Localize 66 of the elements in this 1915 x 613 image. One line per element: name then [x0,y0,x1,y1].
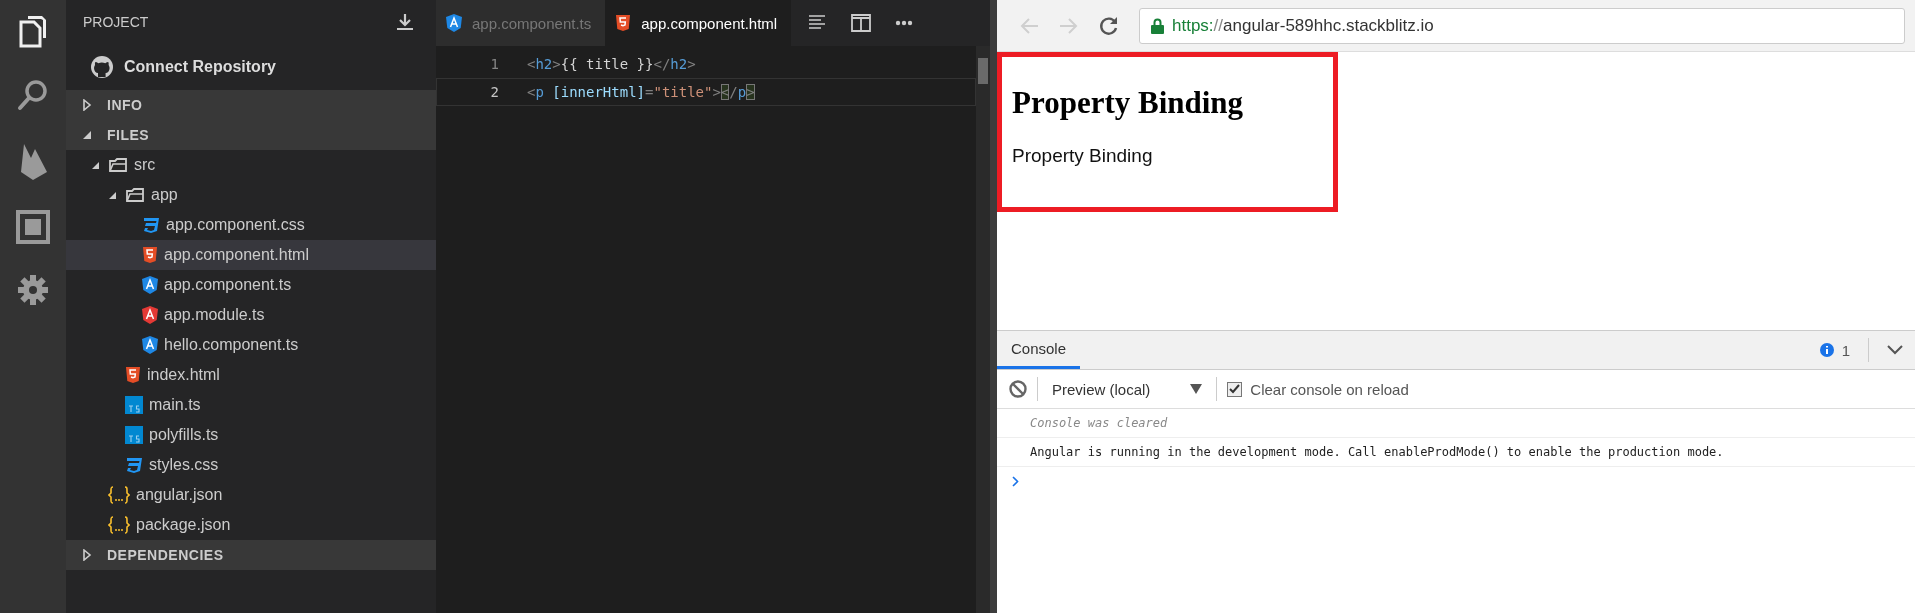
page-heading: Property Binding [1012,85,1245,121]
file-tree-item[interactable]: app.component.css [66,210,436,240]
prompt-chevron-icon[interactable] [1012,476,1019,487]
file-tree-item[interactable]: index.html [66,360,436,390]
dropdown-arrow-icon [1190,384,1203,394]
angular-shield-icon [142,306,158,324]
lock-icon [1151,17,1164,34]
documents-icon[interactable] [18,14,48,48]
more-icon[interactable] [895,20,914,26]
folder-icon [125,187,145,203]
html-shield-icon [125,366,141,384]
file-tree-item[interactable]: app [66,180,436,210]
file-tree-item[interactable]: styles.css [66,450,436,480]
file-tree-item[interactable]: angular.json [66,480,436,510]
split-editor-icon[interactable] [851,14,872,32]
angular-shield-icon [142,276,158,294]
info-count: 1 [1841,341,1850,359]
file-tree-item[interactable]: hello.component.ts [66,330,436,360]
css-shield-icon [125,457,143,473]
flame-icon[interactable] [18,142,48,180]
file-tree-item[interactable]: main.ts [66,390,436,420]
editor-tab[interactable]: app.component.html [605,0,792,46]
settings-icon[interactable] [17,274,49,306]
download-icon[interactable] [396,13,414,31]
url-text: https://angular-589hhc.stackblitz.io [1172,15,1434,36]
section-header[interactable]: FILES [66,120,436,150]
html-shield-icon [615,14,632,32]
line-number: 2 [489,84,500,100]
css-shield-icon [142,217,160,233]
braces-icon [108,516,130,534]
chevron-down-icon[interactable] [1887,345,1903,355]
ts-square-icon [125,396,143,414]
checkmark-icon [1229,384,1241,394]
ts-square-icon [125,426,143,444]
file-tree-item[interactable]: app.component.html [66,240,436,270]
scrollbar[interactable] [976,46,990,613]
address-bar[interactable]: https://angular-589hhc.stackblitz.io [1139,7,1905,44]
github-icon [90,55,114,79]
html-shield-icon [142,246,158,264]
reload-icon[interactable] [1099,15,1119,36]
braces-icon [108,486,130,504]
search-icon[interactable] [17,78,49,112]
console-tab[interactable]: Console [997,331,1081,369]
context-dropdown[interactable]: Preview (local) [1048,380,1207,398]
code-line: <h2>{{ title }}</h2> [527,56,696,72]
file-tree-item[interactable]: src [66,150,436,180]
info-icon [1819,343,1834,357]
panel-title: PROJECT [83,14,149,30]
page-paragraph: Property Binding [1012,145,1154,167]
align-left-icon[interactable] [809,15,828,31]
section-header[interactable]: INFO [66,90,436,120]
console-message: Angular is running in the development mode. Call enableProdMode() to enable the production mode. [1030,445,1724,459]
folder-icon [108,157,128,173]
file-tree-item[interactable]: app.module.ts [66,300,436,330]
file-tree-item[interactable]: polyfills.ts [66,420,436,450]
file-tree-item[interactable]: package.json [66,510,436,540]
angular-shield-icon [446,14,462,32]
clear-on-reload-checkbox[interactable]: Clear console on reload [1227,380,1409,398]
angular-shield-icon [142,336,158,354]
console-message: Console was cleared [1030,416,1168,430]
connect-repository-button[interactable]: Connect Repository [90,44,276,90]
square-frame-icon[interactable] [16,210,50,244]
file-tree-item[interactable]: app.component.ts [66,270,436,300]
section-header[interactable]: DEPENDENCIES [66,540,436,570]
line-number: 1 [489,56,500,72]
clear-console-icon[interactable] [1009,380,1027,398]
